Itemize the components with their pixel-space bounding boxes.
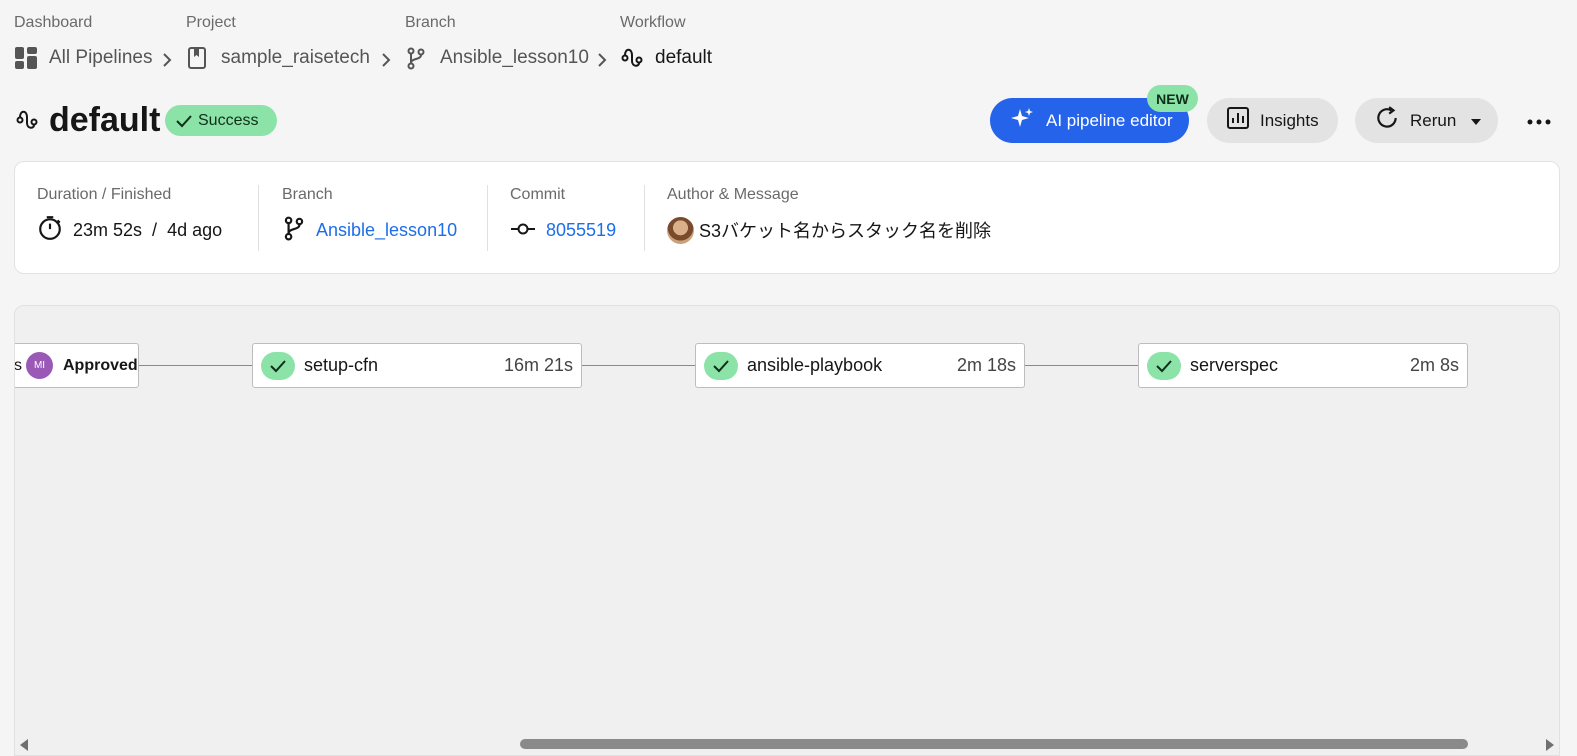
insights-label: Insights	[1260, 110, 1319, 130]
approval-job-node[interactable]: s MI Approved	[14, 343, 139, 388]
branch-link[interactable]: Ansible_lesson10	[316, 220, 457, 241]
workflow-icon	[620, 46, 646, 70]
crumb-project-link[interactable]: sample_raisetech	[186, 46, 370, 70]
crumb-branch: Branch Ansible_lesson10	[405, 12, 589, 70]
author-avatar[interactable]	[667, 216, 694, 244]
rerun-button[interactable]: Rerun	[1355, 98, 1498, 143]
chevron-right-icon	[597, 48, 609, 72]
author-value: S3バケット名からスタック名を削除	[667, 216, 992, 244]
caret-down-icon	[1470, 111, 1482, 131]
divider	[258, 185, 259, 251]
job-name: setup-cfn	[304, 355, 379, 375]
new-badge: NEW	[1147, 85, 1198, 112]
duration-text: 23m 52s	[73, 219, 143, 240]
crumb-all-pipelines-link[interactable]: All Pipelines	[14, 46, 153, 70]
pipeline-edge	[582, 365, 695, 366]
pipeline-edge	[139, 365, 252, 366]
approval-prefix: s	[14, 356, 22, 374]
status-badge: Success	[165, 105, 277, 136]
ai-editor-label: AI pipeline editor	[1046, 110, 1173, 130]
job-node-serverspec[interactable]: serverspec 2m 8s	[1138, 343, 1468, 388]
title-row: default Success AI pipeline editor NEW I…	[14, 85, 1560, 143]
crumb-branch-link[interactable]: Ansible_lesson10	[405, 46, 589, 70]
check-icon	[176, 114, 192, 127]
crumb-label[interactable]: sample_raisetech	[221, 47, 370, 69]
stopwatch-icon	[37, 215, 63, 246]
scrollbar-thumb[interactable]	[520, 739, 1468, 749]
crumb-project: Project sample_raisetech	[186, 12, 370, 70]
more-horizontal-icon	[1527, 112, 1551, 130]
sparkle-icon	[1010, 106, 1034, 135]
duration-separator: /	[152, 219, 158, 240]
approval-label: Approved	[63, 356, 138, 374]
job-duration: 16m 21s	[503, 355, 573, 375]
scroll-left-icon[interactable]	[20, 739, 28, 751]
dashboard-icon	[14, 46, 40, 70]
crumb-label: default	[655, 47, 713, 68]
crumb-label[interactable]: Ansible_lesson10	[440, 47, 589, 69]
refresh-icon	[1374, 105, 1400, 136]
commit-message: S3バケット名からスタック名を削除	[699, 221, 992, 241]
author-label: Author & Message	[667, 186, 799, 203]
job-node-setup-cfn[interactable]: setup-cfn 16m 21s	[252, 343, 582, 388]
finished-text: 4d ago	[167, 219, 223, 240]
project-bookmark-icon	[186, 46, 212, 70]
job-name: ansible-playbook	[747, 355, 883, 375]
chevron-right-icon	[381, 48, 393, 72]
crumb-category: Project	[186, 14, 236, 31]
insights-button[interactable]: Insights	[1207, 98, 1338, 143]
success-check-icon	[1147, 351, 1181, 380]
job-node-ansible-playbook[interactable]: ansible-playbook 2m 18s	[695, 343, 1025, 388]
horizontal-scrollbar[interactable]	[14, 736, 1560, 756]
scroll-right-icon[interactable]	[1546, 739, 1554, 751]
workflow-icon	[14, 108, 40, 132]
commit-value: 8055519	[510, 217, 616, 243]
crumb-category: Branch	[405, 14, 456, 31]
breadcrumb: Dashboard All Pipelines Project sample_r…	[14, 12, 774, 72]
chart-icon	[1226, 106, 1250, 135]
crumb-label[interactable]: All Pipelines	[49, 47, 153, 69]
more-options-button[interactable]	[1524, 106, 1554, 136]
crumb-category: Dashboard	[14, 14, 93, 31]
crumb-workflow: Workflow default	[620, 12, 712, 70]
job-duration: 2m 18s	[956, 355, 1016, 375]
commit-label: Commit	[510, 186, 566, 203]
job-name: serverspec	[1190, 355, 1279, 375]
branch-icon	[405, 46, 431, 70]
pipeline-info-card: Duration / Finished 23m 52s / 4d ago Bra…	[14, 161, 1560, 274]
branch-label: Branch	[282, 186, 333, 203]
commit-icon	[510, 220, 536, 241]
crumb-dashboard: Dashboard All Pipelines	[14, 12, 153, 70]
divider	[644, 185, 645, 251]
success-check-icon	[704, 351, 738, 380]
duration-value: 23m 52s / 4d ago	[37, 215, 223, 246]
crumb-workflow-current: default	[620, 46, 712, 70]
branch-icon	[282, 215, 306, 246]
rerun-label: Rerun	[1410, 110, 1457, 130]
pipeline-graph-canvas[interactable]: s MI Approved setup-cfn 16m 21s ansible-…	[14, 305, 1560, 756]
pipeline-edge	[1025, 365, 1138, 366]
commit-link[interactable]: 8055519	[546, 220, 616, 241]
page-title: default	[49, 101, 161, 139]
success-check-icon	[261, 351, 295, 380]
duration-label: Duration / Finished	[37, 186, 172, 203]
status-label: Success	[198, 111, 259, 129]
job-duration: 2m 8s	[1409, 355, 1459, 375]
branch-value: Ansible_lesson10	[282, 215, 457, 246]
divider	[487, 185, 488, 251]
chevron-right-icon	[162, 48, 174, 72]
crumb-category: Workflow	[620, 14, 686, 31]
avatar: MI	[26, 352, 53, 379]
